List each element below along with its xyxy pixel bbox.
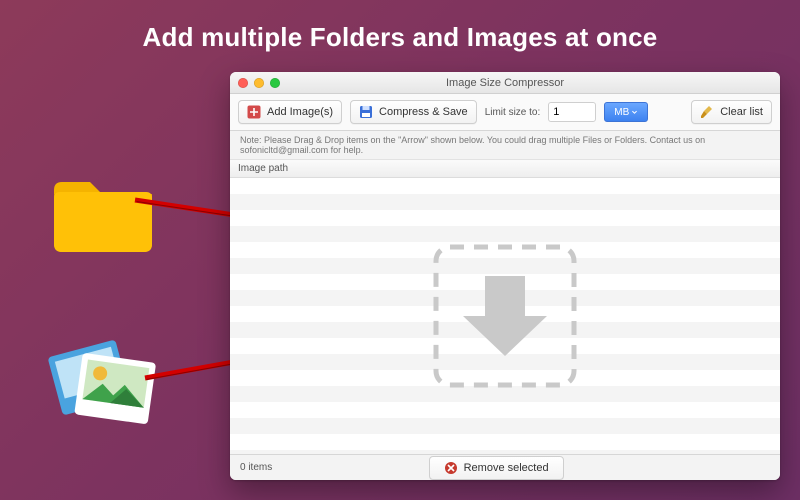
- file-list[interactable]: [230, 178, 780, 454]
- promo-images-graphic: [48, 330, 168, 445]
- clear-list-label: Clear list: [720, 106, 763, 118]
- add-images-label: Add Image(s): [267, 106, 333, 118]
- toolbar: Add Image(s) Compress & Save Limit size …: [230, 94, 780, 131]
- window-title: Image Size Compressor: [230, 77, 780, 89]
- add-images-button[interactable]: Add Image(s): [238, 100, 342, 124]
- delete-circle-icon: [444, 461, 458, 475]
- limit-size-input[interactable]: [548, 102, 596, 122]
- app-window: Image Size Compressor Add Image(s) Compr…: [230, 72, 780, 480]
- plus-photo-icon: [247, 105, 261, 119]
- column-header-image-path: Image path: [230, 160, 780, 178]
- compress-save-button[interactable]: Compress & Save: [350, 100, 477, 124]
- hint-text: Note: Please Drag & Drop items on the "A…: [230, 131, 780, 160]
- broom-icon: [700, 105, 714, 119]
- clear-list-button[interactable]: Clear list: [691, 100, 772, 124]
- titlebar: Image Size Compressor: [230, 72, 780, 94]
- chevron-down-icon: [631, 109, 638, 116]
- unit-select-label: MB: [614, 107, 629, 118]
- promo-folder-graphic: [48, 170, 158, 265]
- promo-headline: Add multiple Folders and Images at once: [0, 22, 800, 53]
- save-disk-icon: [359, 105, 373, 119]
- item-count-label: 0 items: [240, 462, 272, 473]
- limit-size-label: Limit size to:: [485, 107, 541, 118]
- remove-selected-button[interactable]: Remove selected: [429, 456, 564, 480]
- unit-select[interactable]: MB: [604, 102, 648, 122]
- compress-save-label: Compress & Save: [379, 106, 468, 118]
- status-bar: 0 items Remove selected: [230, 454, 780, 480]
- remove-selected-label: Remove selected: [464, 462, 549, 474]
- drop-target-arrow-icon: [430, 241, 580, 391]
